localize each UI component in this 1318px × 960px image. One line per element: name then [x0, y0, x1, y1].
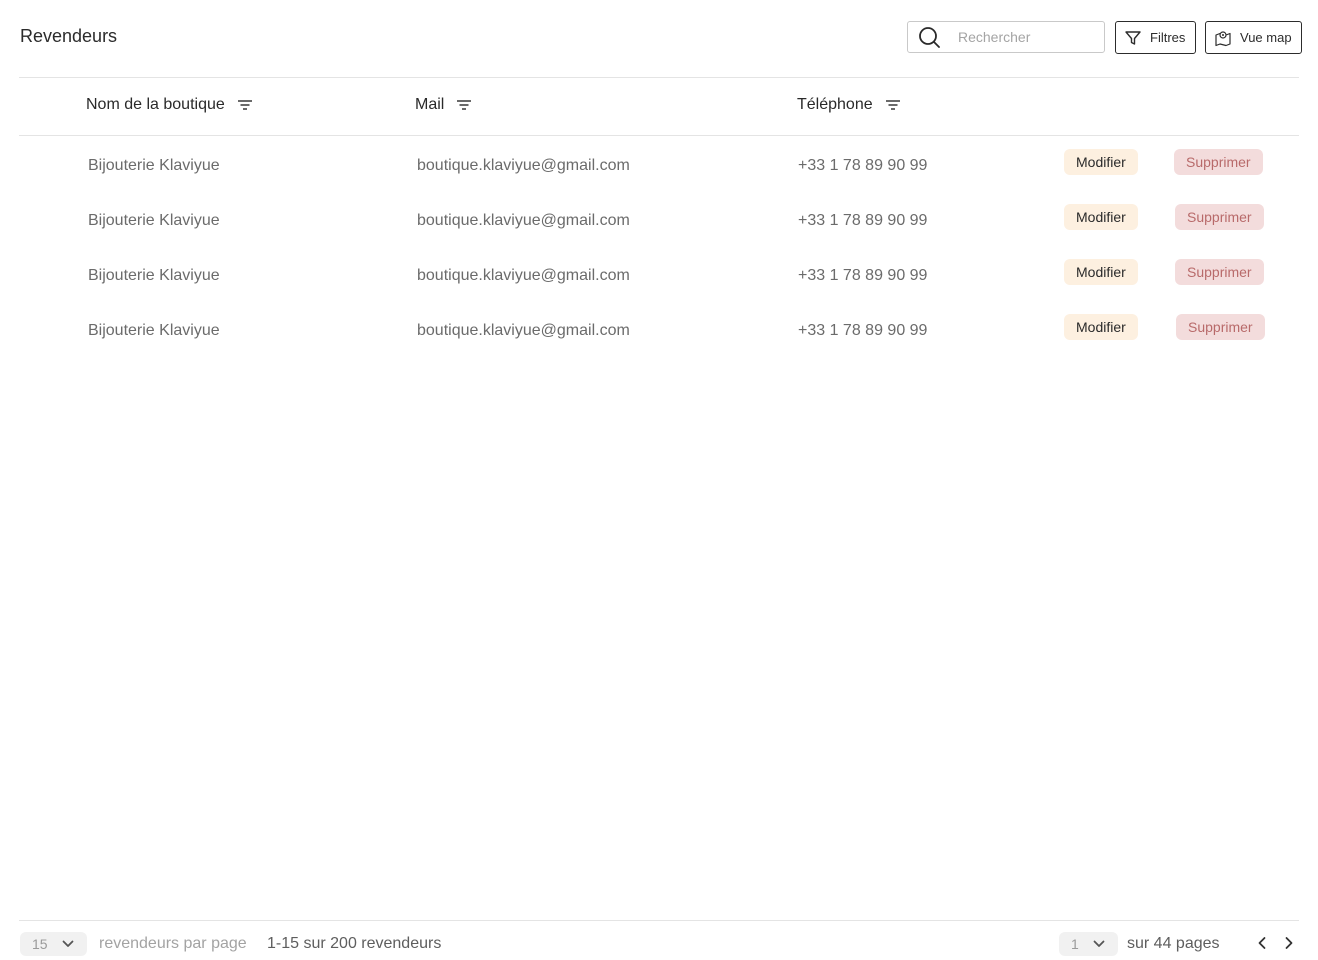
column-header-name-label: Nom de la boutique: [86, 96, 225, 113]
table-row: Bijouterie Klaviyue boutique.klaviyue@gm…: [0, 147, 1318, 187]
edit-button[interactable]: Modifier: [1064, 314, 1138, 340]
table-row: Bijouterie Klaviyue boutique.klaviyue@gm…: [0, 202, 1318, 242]
cell-mail: boutique.klaviyue@gmail.com: [417, 267, 630, 284]
page-value: 1: [1071, 936, 1079, 952]
footer-divider: [19, 920, 1299, 921]
cell-mail: boutique.klaviyue@gmail.com: [417, 157, 630, 174]
pagination-bar: 15 revendeurs par page 1-15 sur 200 reve…: [0, 932, 1318, 956]
page-select[interactable]: 1: [1059, 932, 1118, 956]
page-title: Revendeurs: [20, 26, 118, 46]
table-row: Bijouterie Klaviyue boutique.klaviyue@gm…: [0, 312, 1318, 352]
chevron-right-icon[interactable]: [1284, 936, 1294, 950]
delete-button[interactable]: Supprimer: [1174, 149, 1263, 175]
column-header-name[interactable]: Nom de la boutique: [86, 96, 253, 114]
column-header-phone[interactable]: Téléphone: [797, 96, 901, 114]
edit-button[interactable]: Modifier: [1064, 204, 1138, 230]
cell-mail: boutique.klaviyue@gmail.com: [417, 322, 630, 339]
chevron-down-icon: [62, 940, 73, 947]
column-header-mail-label: Mail: [415, 96, 445, 113]
per-page-select[interactable]: 15: [20, 932, 87, 956]
cell-phone: +33 1 78 89 90 99: [798, 322, 928, 339]
cell-phone: +33 1 78 89 90 99: [798, 267, 928, 284]
header-divider: [19, 77, 1299, 78]
delete-button[interactable]: Supprimer: [1175, 204, 1264, 230]
pages-text: sur 44 pages: [1127, 935, 1220, 952]
per-page-label: revendeurs par page: [99, 935, 247, 952]
edit-button[interactable]: Modifier: [1064, 149, 1138, 175]
cell-shop-name: Bijouterie Klaviyue: [88, 267, 220, 284]
delete-button[interactable]: Supprimer: [1176, 314, 1265, 340]
cell-shop-name: Bijouterie Klaviyue: [88, 322, 220, 339]
delete-button[interactable]: Supprimer: [1175, 259, 1264, 285]
chevron-down-icon: [1093, 940, 1105, 947]
search-box[interactable]: [907, 21, 1105, 53]
edit-button[interactable]: Modifier: [1064, 259, 1138, 285]
cell-phone: +33 1 78 89 90 99: [798, 212, 928, 229]
per-page-value: 15: [32, 936, 48, 952]
cell-shop-name: Bijouterie Klaviyue: [88, 157, 220, 174]
cell-phone: +33 1 78 89 90 99: [798, 157, 928, 174]
map-icon: [1215, 30, 1231, 46]
filters-button[interactable]: Filtres: [1115, 21, 1196, 54]
map-view-button[interactable]: Vue map: [1205, 21, 1302, 54]
search-icon: [919, 27, 940, 48]
chevron-left-icon[interactable]: [1257, 936, 1267, 950]
column-header-mail[interactable]: Mail: [415, 96, 472, 114]
filters-label: Filtres: [1150, 30, 1186, 45]
map-view-label: Vue map: [1240, 30, 1292, 45]
range-text: 1-15 sur 200 revendeurs: [267, 935, 442, 952]
sort-icon[interactable]: [237, 99, 253, 111]
sort-icon[interactable]: [885, 99, 901, 111]
table-header-divider: [19, 135, 1299, 136]
cell-mail: boutique.klaviyue@gmail.com: [417, 212, 630, 229]
filter-icon: [1125, 30, 1141, 45]
sort-icon[interactable]: [456, 99, 472, 111]
column-header-phone-label: Téléphone: [797, 96, 873, 113]
table-row: Bijouterie Klaviyue boutique.klaviyue@gm…: [0, 257, 1318, 297]
cell-shop-name: Bijouterie Klaviyue: [88, 212, 220, 229]
search-input[interactable]: [956, 28, 1090, 46]
